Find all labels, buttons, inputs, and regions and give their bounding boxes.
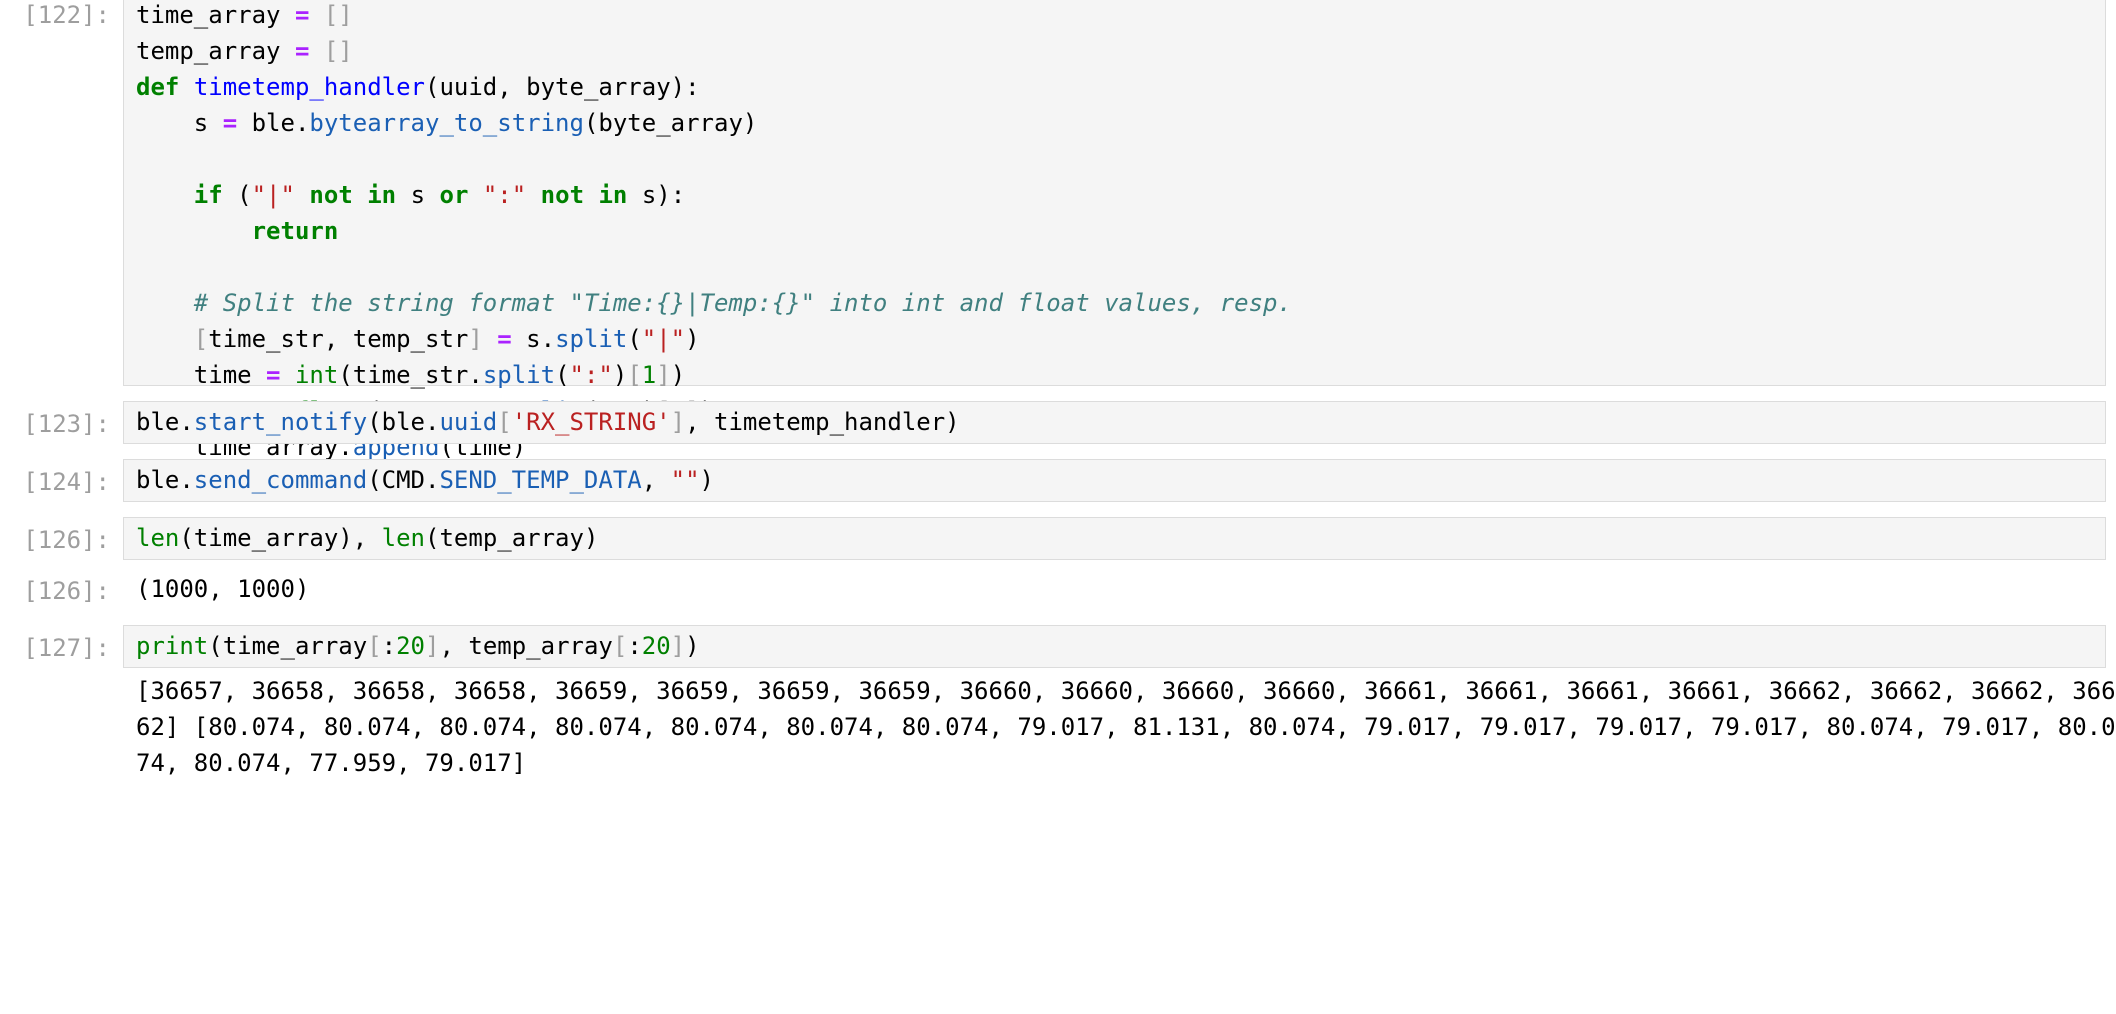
code-text[interactable]: ble.send_command(CMD.SEND_TEMP_DATA, "") <box>136 462 714 498</box>
code-text[interactable]: ble.start_notify(ble.uuid['RX_STRING'], … <box>136 404 960 440</box>
output-text: (1000, 1000) <box>136 575 310 603</box>
input-prompt: [122]: <box>23 1 110 29</box>
stream-output-text: [36657, 36658, 36658, 36658, 36659, 3665… <box>136 677 2116 777</box>
code-text[interactable]: print(time_array[:20], temp_array[:20]) <box>136 628 700 664</box>
input-prompt: [123]: <box>23 410 110 438</box>
notebook-page: { "cells": [ { "prompt": "[122]:", "kind… <box>0 0 2116 1014</box>
code-text[interactable]: len(time_array), len(temp_array) <box>136 520 598 556</box>
input-prompt: [124]: <box>23 468 110 496</box>
output-prompt: [126]: <box>23 577 110 605</box>
input-prompt: [127]: <box>23 634 110 662</box>
input-prompt: [126]: <box>23 526 110 554</box>
